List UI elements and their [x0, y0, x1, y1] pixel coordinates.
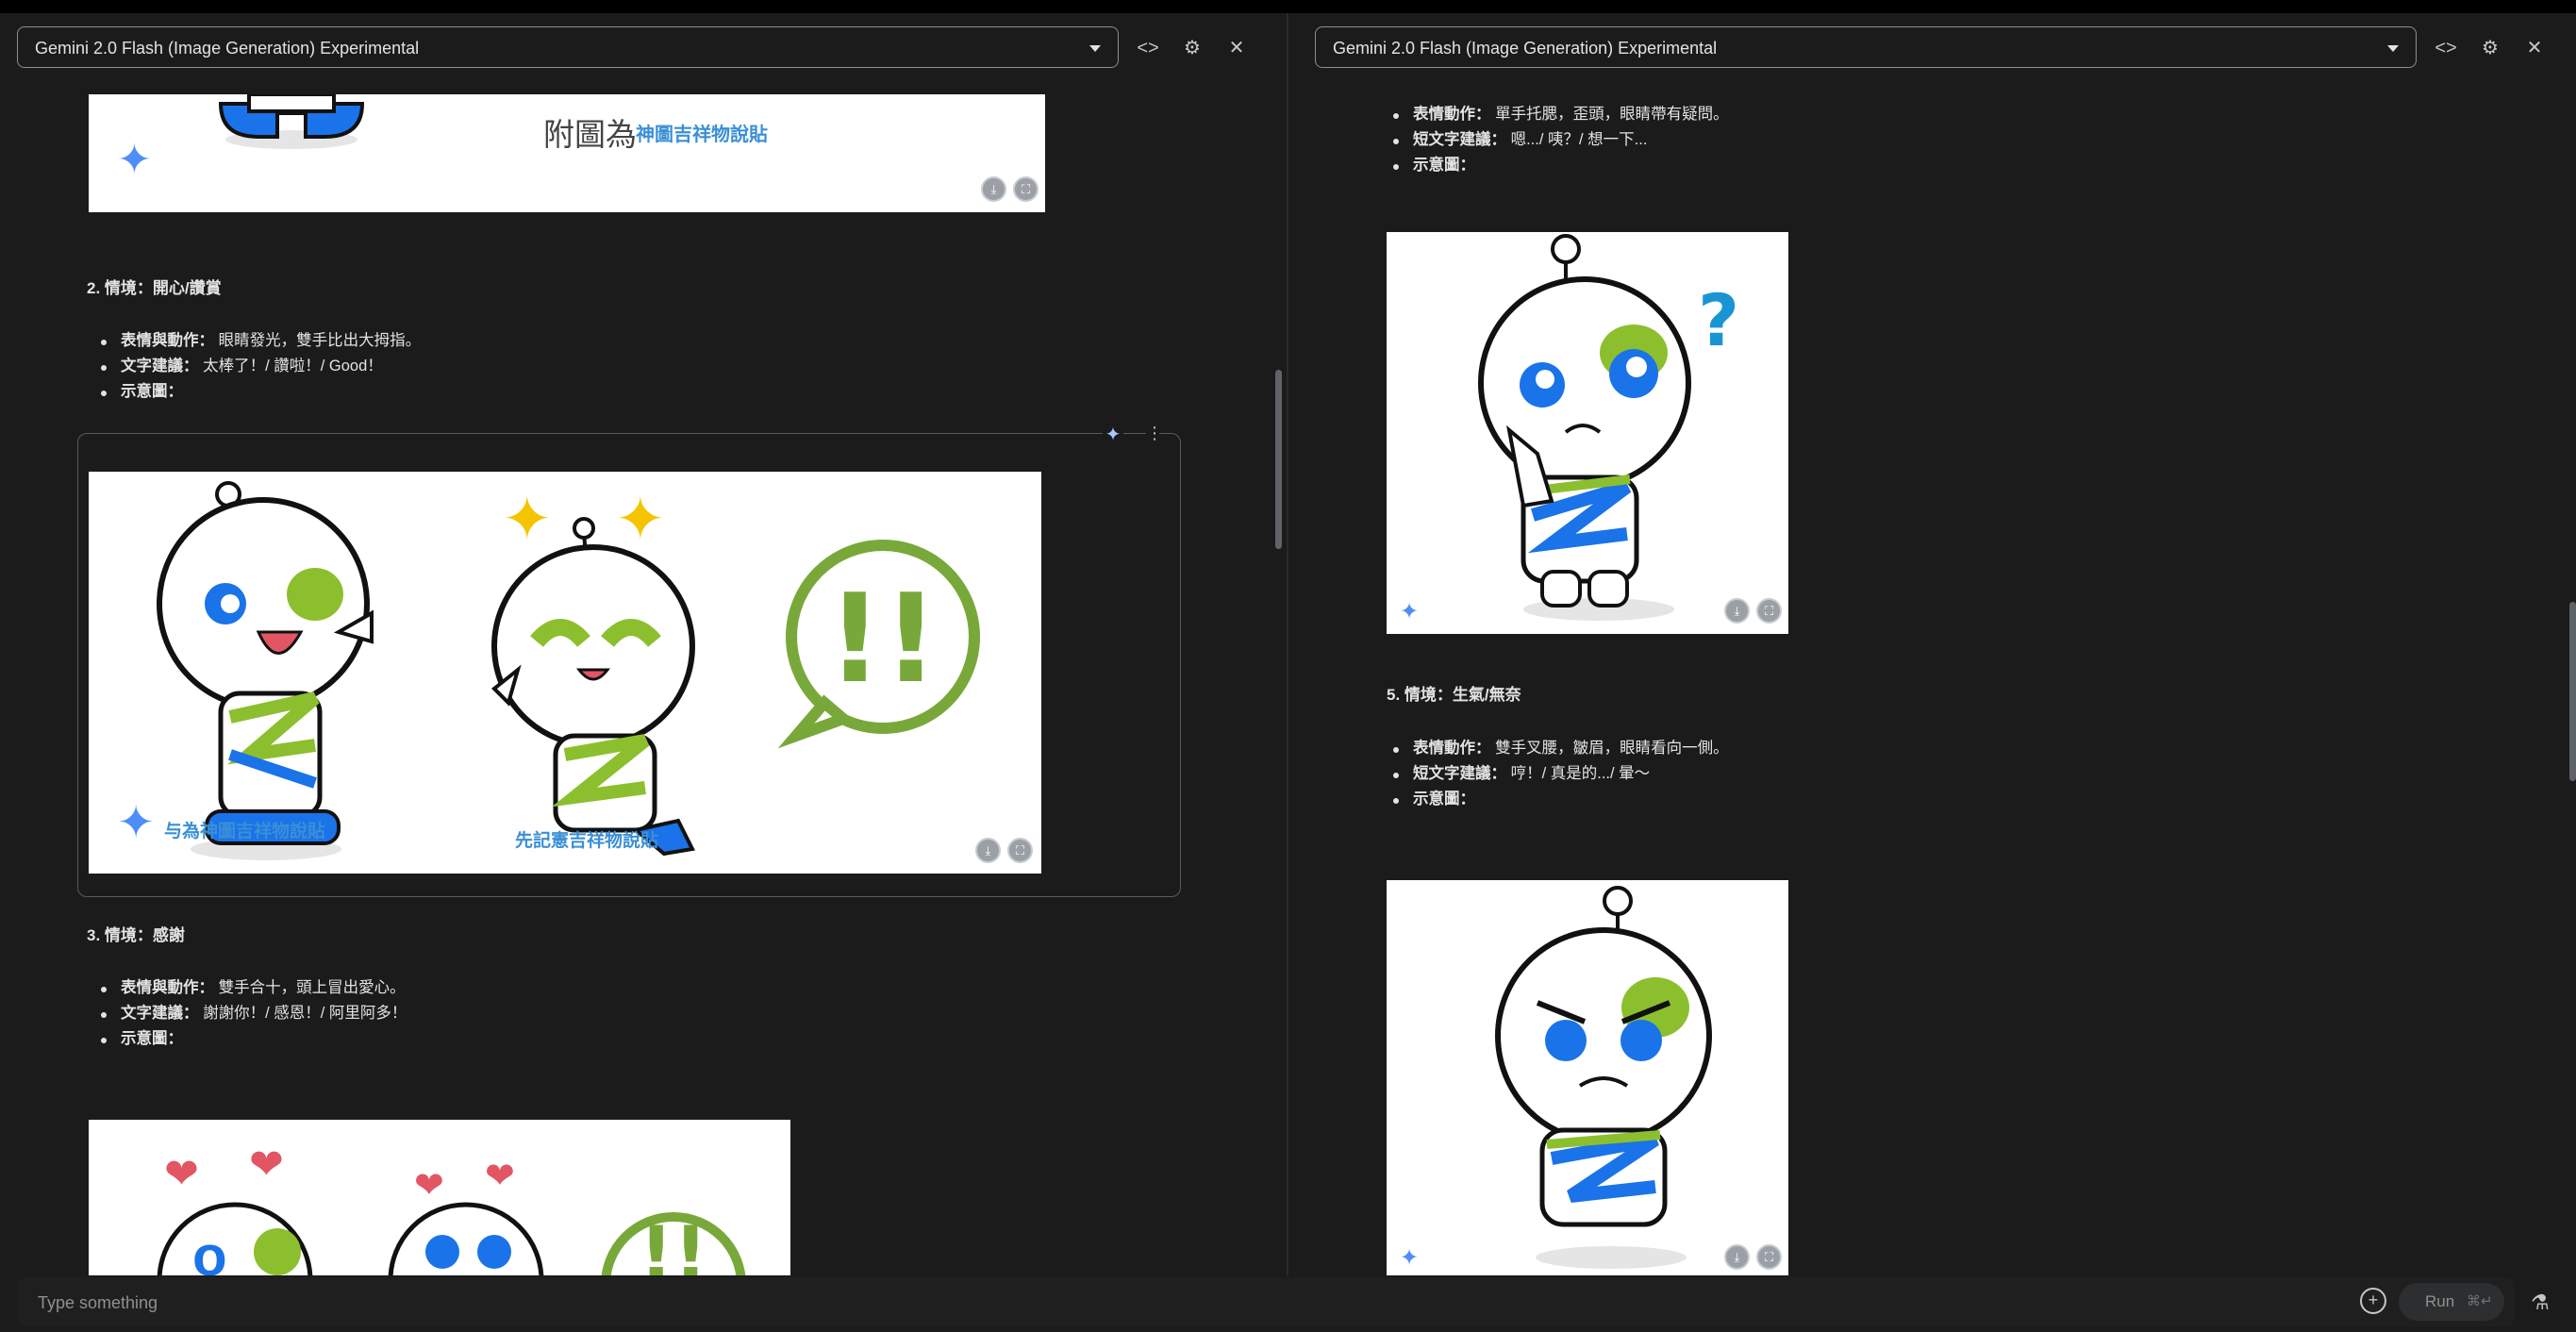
list-item: 示意圖：: [1387, 153, 1729, 178]
list-item: 表情動作： 雙手叉腰，皺眉，眼睛看向一側。: [1387, 736, 1729, 761]
section-heading: 3. 情境：感謝: [87, 926, 185, 944]
section-heading: 5. 情境：生氣/無奈: [1387, 686, 1521, 704]
code-icon[interactable]: <>: [2430, 32, 2462, 64]
list-item: 表情動作： 單手托腮，歪頭，眼睛帶有疑問。: [1387, 102, 1729, 127]
gemini-sparkle-icon: ✦: [1400, 1245, 1420, 1271]
image-caption: 先記憲吉祥物說貼: [515, 831, 659, 851]
bullet-list: 表情動作： 單手托腮，歪頭，眼睛帶有疑問。 短文字建議： 嗯.../ 咦？/ 想…: [1387, 102, 1729, 178]
add-icon[interactable]: +: [2360, 1288, 2386, 1314]
svg-text:❤: ❤: [249, 1141, 284, 1188]
gemini-sparkle-icon: ✦: [117, 798, 156, 848]
mascot-angry-illustration: [1495, 886, 1712, 1269]
left-panel: Gemini 2.0 Flash (Image Generation) Expe…: [0, 13, 1287, 1275]
list-item: 示意圖：: [1387, 787, 1729, 812]
svg-text:❤: ❤: [485, 1157, 515, 1196]
prompt-input[interactable]: [36, 1289, 2303, 1317]
svg-text:❤: ❤: [414, 1166, 444, 1206]
gear-icon[interactable]: ⚙: [2474, 32, 2506, 64]
list-item: 短文字建議： 哼！/ 真是的.../ 暈～: [1387, 761, 1729, 787]
generated-image: ❤ ❤ o ❤ ❤ !!: [89, 1120, 790, 1275]
more-vert-icon[interactable]: ⋮: [1146, 425, 1163, 443]
svg-text:✦: ✦: [615, 485, 666, 553]
prompt-bar: + Run ⌘↵: [17, 1277, 2515, 1326]
close-icon[interactable]: ✕: [1221, 32, 1253, 64]
image-text: 附圖為: [543, 117, 637, 152]
model-name: Gemini 2.0 Flash (Image Generation) Expe…: [35, 39, 420, 58]
bullet-list: 表情動作： 雙手叉腰，皺眉，眼睛看向一側。 短文字建議： 哼！/ 真是的.../…: [1387, 736, 1729, 812]
list-item: 示意圖：: [94, 1026, 407, 1052]
bullet-list: 表情與動作： 雙手合十，頭上冒出愛心。 文字建議： 謝謝你！/ 感恩！/ 阿里阿…: [94, 975, 407, 1052]
svg-text:o: o: [192, 1224, 227, 1275]
svg-text:✦: ✦: [502, 485, 553, 553]
flask-icon[interactable]: ⚗: [2531, 1290, 2550, 1315]
top-strip: [0, 0, 2576, 13]
gear-icon[interactable]: ⚙: [1176, 32, 1208, 64]
right-panel: Gemini 2.0 Flash (Image Generation) Expe…: [1288, 13, 2576, 1275]
fullscreen-icon[interactable]: ⛶: [1756, 1244, 1782, 1270]
mascot-happy-illustration: ✦ ✦ !!: [157, 481, 980, 860]
svg-text:?: ?: [1698, 278, 1739, 362]
image-text-garbled: 神圖吉祥物說貼: [636, 125, 768, 145]
model-selector[interactable]: Gemini 2.0 Flash (Image Generation) Expe…: [1315, 26, 2417, 68]
model-selector[interactable]: Gemini 2.0 Flash (Image Generation) Expe…: [17, 26, 1119, 68]
chevron-down-icon: [2387, 45, 2399, 52]
scrollbar[interactable]: [1275, 370, 1282, 549]
mascot-thanks-illustration: ❤ ❤ o ❤ ❤ !!: [157, 1141, 746, 1275]
download-icon[interactable]: ⤓: [1724, 1244, 1750, 1270]
mascot-thinking-illustration: ?: [1478, 234, 1739, 621]
generated-image: ✦ 附圖為 神圖吉祥物說貼 ⤓ ⛶: [89, 94, 1045, 212]
gemini-sparkle-icon: ✦: [1400, 599, 1420, 624]
fullscreen-icon[interactable]: ⛶: [1756, 598, 1782, 624]
code-icon[interactable]: <>: [1132, 32, 1164, 64]
list-item: 表情與動作： 眼睛發光，雙手比出大拇指。: [94, 328, 421, 354]
run-label: Run: [2425, 1292, 2455, 1310]
download-icon[interactable]: ⤓: [975, 838, 1001, 863]
close-icon[interactable]: ✕: [2518, 32, 2551, 64]
gemini-sparkle-icon[interactable]: ✦: [1103, 425, 1123, 445]
image-caption: 与為神圖吉祥物說貼: [164, 822, 326, 841]
fullscreen-icon[interactable]: ⛶: [1013, 176, 1039, 202]
fullscreen-icon[interactable]: ⛶: [1007, 838, 1033, 863]
list-item: 表情與動作： 雙手合十，頭上冒出愛心。: [94, 975, 407, 1001]
run-shortcut: ⌘↵: [2467, 1293, 2493, 1309]
list-item: 示意圖：: [94, 379, 421, 405]
svg-text:!!: !!: [640, 1210, 708, 1275]
svg-text:❤: ❤: [164, 1151, 199, 1197]
bullet-list: 表情與動作： 眼睛發光，雙手比出大拇指。 文字建議： 太棒了！/ 讚啦！/ Go…: [94, 328, 421, 405]
list-item: 短文字建議： 嗯.../ 咦？/ 想一下...: [1387, 127, 1729, 153]
list-item: 文字建議： 謝謝你！/ 感恩！/ 阿里阿多！: [94, 1001, 407, 1026]
scrollbar[interactable]: [2569, 602, 2576, 781]
generated-image: ? ✦ ⤓ ⛶: [1387, 232, 1788, 634]
download-icon[interactable]: ⤓: [981, 176, 1006, 202]
section-heading: 2. 情境：開心/讚賞: [87, 279, 222, 297]
list-item: 文字建議： 太棒了！/ 讚啦！/ Good！: [94, 354, 421, 379]
chevron-down-icon: [1089, 45, 1101, 52]
download-icon[interactable]: ⤓: [1724, 598, 1750, 624]
generated-image: ✦ ⤓ ⛶: [1387, 880, 1788, 1275]
svg-text:!!: !!: [827, 567, 939, 710]
run-button[interactable]: Run ⌘↵: [2399, 1283, 2504, 1321]
gemini-sparkle-icon: ✦: [117, 137, 152, 183]
model-name: Gemini 2.0 Flash (Image Generation) Expe…: [1333, 39, 1718, 58]
generated-image: ✦ ✦ !! ✦ 与為神圖吉祥物說貼 先記憲吉祥物說貼 ⤓ ⛶: [89, 472, 1041, 874]
